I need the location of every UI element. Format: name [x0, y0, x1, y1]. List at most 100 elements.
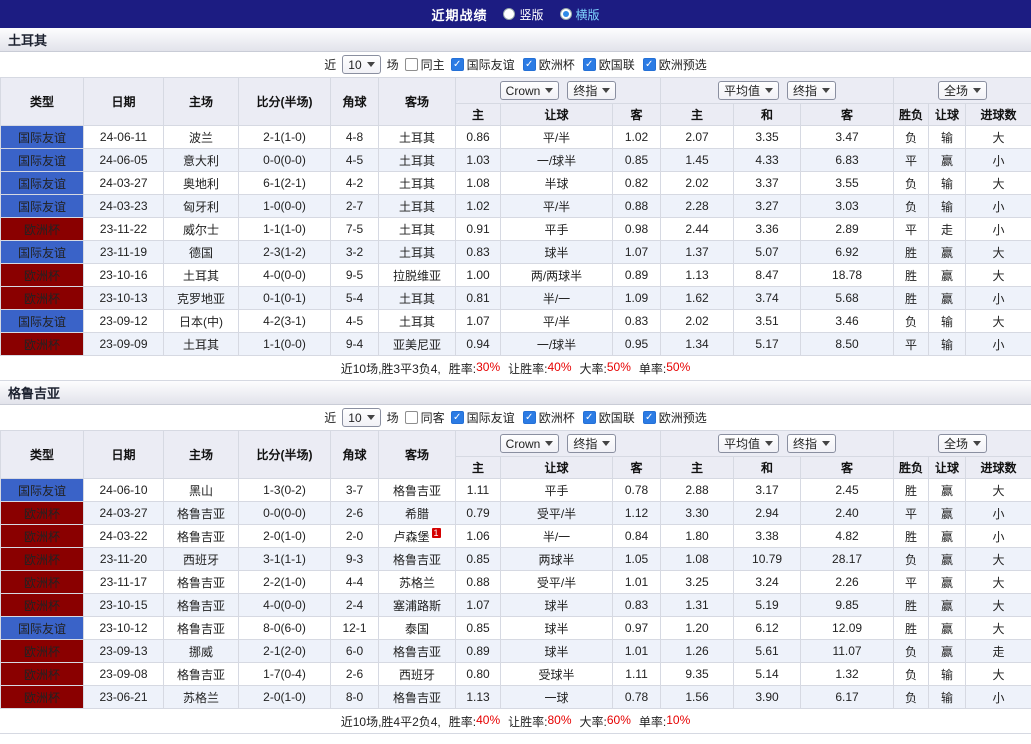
- competition-filter[interactable]: 欧洲杯: [522, 56, 575, 73]
- match-score[interactable]: 2-1(2-0): [238, 639, 331, 663]
- away-team[interactable]: 西班牙: [378, 662, 456, 686]
- match-score[interactable]: 4-2(3-1): [238, 309, 331, 333]
- away-team[interactable]: 土耳其: [378, 286, 456, 310]
- away-team[interactable]: 土耳其: [378, 171, 456, 195]
- away-team[interactable]: 格鲁吉亚: [378, 478, 456, 502]
- bookmaker-select[interactable]: Crown: [499, 81, 560, 100]
- home-team[interactable]: 格鲁吉亚: [163, 593, 239, 617]
- match-score[interactable]: 1-1(0-0): [238, 332, 331, 356]
- match-score[interactable]: 0-0(0-0): [238, 148, 331, 172]
- match-score[interactable]: 1-7(0-4): [238, 662, 331, 686]
- away-team[interactable]: 土耳其: [378, 217, 456, 241]
- recent-count-select[interactable]: 10: [342, 408, 381, 427]
- match-score[interactable]: 0-0(0-0): [238, 501, 331, 525]
- home-team[interactable]: 土耳其: [163, 332, 239, 356]
- home-team[interactable]: 苏格兰: [163, 685, 239, 709]
- competition-type: 国际友谊: [0, 194, 84, 218]
- average-odds-select[interactable]: 平均值: [718, 81, 780, 100]
- match-scope-select[interactable]: 全场: [938, 434, 988, 453]
- col-score: 比分(半场): [238, 77, 331, 126]
- competition-filter[interactable]: 国际友谊: [450, 56, 515, 73]
- match-score[interactable]: 4-0(0-0): [238, 263, 331, 287]
- home-team[interactable]: 黑山: [163, 478, 239, 502]
- bookmaker-select[interactable]: Crown: [499, 434, 560, 453]
- away-team[interactable]: 泰国: [378, 616, 456, 640]
- avg-home-odds: 1.45: [660, 148, 735, 172]
- match-score[interactable]: 3-1(1-1): [238, 547, 331, 571]
- filter-near-label: 近: [324, 411, 337, 425]
- competition-filter[interactable]: 欧洲预选: [642, 56, 707, 73]
- home-team[interactable]: 格鲁吉亚: [163, 524, 239, 548]
- away-team[interactable]: 苏格兰: [378, 570, 456, 594]
- match-date: 24-03-27: [83, 171, 164, 195]
- match-date: 24-03-22: [83, 524, 164, 548]
- competition-filter[interactable]: 欧洲杯: [522, 409, 575, 426]
- away-team[interactable]: 格鲁吉亚: [378, 685, 456, 709]
- match-score[interactable]: 2-2(1-0): [238, 570, 331, 594]
- corner-count: 2-6: [330, 662, 379, 686]
- home-team[interactable]: 格鲁吉亚: [163, 570, 239, 594]
- home-team[interactable]: 克罗地亚: [163, 286, 239, 310]
- away-team[interactable]: 拉脱维亚: [378, 263, 456, 287]
- away-team[interactable]: 亚美尼亚: [378, 332, 456, 356]
- away-team[interactable]: 希腊: [378, 501, 456, 525]
- result-wdl: 平: [893, 148, 930, 172]
- home-team[interactable]: 波兰: [163, 125, 239, 149]
- match-scope-select[interactable]: 全场: [938, 81, 988, 100]
- home-team[interactable]: 意大利: [163, 148, 239, 172]
- away-team[interactable]: 土耳其: [378, 240, 456, 264]
- average-odds-select[interactable]: 平均值: [718, 434, 780, 453]
- handicap-away-odds: 1.01: [611, 639, 662, 663]
- competition-type: 欧洲杯: [0, 524, 84, 548]
- home-team[interactable]: 土耳其: [163, 263, 239, 287]
- home-team[interactable]: 格鲁吉亚: [163, 662, 239, 686]
- competition-filter[interactable]: 欧洲预选: [642, 409, 707, 426]
- away-team[interactable]: 土耳其: [378, 148, 456, 172]
- subcol-avg-home: 主: [660, 103, 735, 126]
- home-team[interactable]: 格鲁吉亚: [163, 616, 239, 640]
- home-team[interactable]: 日本(中): [163, 309, 239, 333]
- match-score[interactable]: 1-3(0-2): [238, 478, 331, 502]
- match-score[interactable]: 2-3(1-2): [238, 240, 331, 264]
- final-odds-select[interactable]: 终指: [567, 81, 617, 100]
- match-score[interactable]: 0-1(0-1): [238, 286, 331, 310]
- final-odds-select[interactable]: 终指: [567, 434, 617, 453]
- home-team[interactable]: 奥地利: [163, 171, 239, 195]
- away-team[interactable]: 格鲁吉亚: [378, 639, 456, 663]
- layout-radio-horizontal[interactable]: 横版: [559, 6, 600, 23]
- match-score[interactable]: 6-1(2-1): [238, 171, 331, 195]
- match-row: 国际友谊 23-11-19 德国 2-3(1-2) 3-2 土耳其 0.83 球半 1.07 1.…: [0, 240, 1031, 264]
- same-venue-filter[interactable]: 同客: [404, 409, 445, 426]
- same-venue-filter[interactable]: 同主: [404, 56, 445, 73]
- away-team[interactable]: 卢森堡 1: [378, 524, 456, 548]
- match-score[interactable]: 2-0(1-0): [238, 685, 331, 709]
- avg-away-odds: 3.03: [800, 194, 895, 218]
- match-score[interactable]: 1-1(1-0): [238, 217, 331, 241]
- match-score[interactable]: 2-1(1-0): [238, 125, 331, 149]
- match-score[interactable]: 4-0(0-0): [238, 593, 331, 617]
- competition-filter[interactable]: 欧国联: [582, 409, 635, 426]
- radio-icon: [503, 8, 516, 20]
- home-team[interactable]: 德国: [163, 240, 239, 264]
- home-team[interactable]: 匈牙利: [163, 194, 239, 218]
- away-team[interactable]: 塞浦路斯: [378, 593, 456, 617]
- final-odds-select-2[interactable]: 终指: [787, 434, 837, 453]
- away-team[interactable]: 土耳其: [378, 194, 456, 218]
- match-row: 欧洲杯 23-11-17 格鲁吉亚 2-2(1-0) 4-4 苏格兰 0.88 受平/半 1.0…: [0, 570, 1031, 594]
- match-score[interactable]: 1-0(0-0): [238, 194, 331, 218]
- competition-filter[interactable]: 国际友谊: [450, 409, 515, 426]
- competition-filter[interactable]: 欧国联: [582, 56, 635, 73]
- home-team[interactable]: 格鲁吉亚: [163, 501, 239, 525]
- home-team[interactable]: 挪威: [163, 639, 239, 663]
- match-score[interactable]: 2-0(1-0): [238, 524, 331, 548]
- home-team[interactable]: 西班牙: [163, 547, 239, 571]
- match-score[interactable]: 8-0(6-0): [238, 616, 331, 640]
- layout-radio-vertical[interactable]: 竖版: [503, 6, 544, 23]
- result-handicap: 赢: [928, 639, 967, 663]
- home-team[interactable]: 威尔士: [163, 217, 239, 241]
- away-team[interactable]: 格鲁吉亚: [378, 547, 456, 571]
- final-odds-select-2[interactable]: 终指: [787, 81, 837, 100]
- away-team[interactable]: 土耳其: [378, 125, 456, 149]
- away-team[interactable]: 土耳其: [378, 309, 456, 333]
- recent-count-select[interactable]: 10: [342, 55, 381, 74]
